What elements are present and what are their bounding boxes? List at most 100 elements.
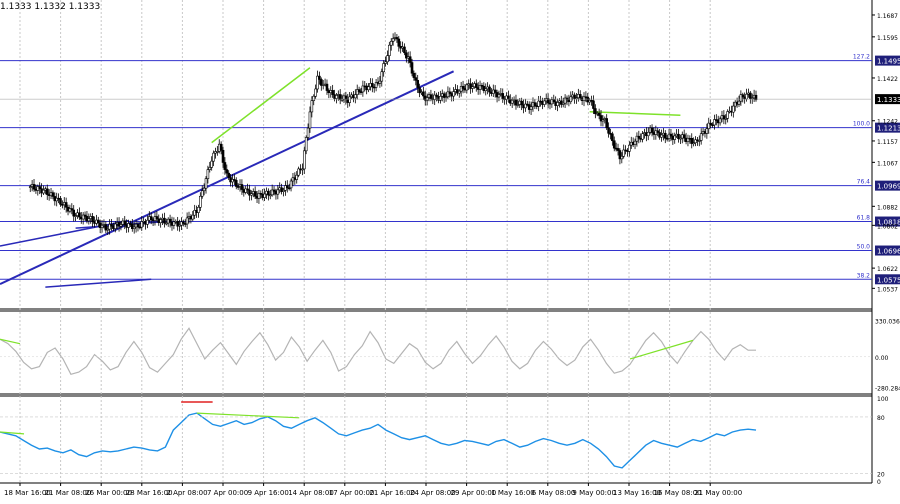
candle-body [732,105,735,113]
time-tick-label: 14 Apr 08:00 [288,489,334,497]
candle-body [597,112,601,116]
candle-body [354,94,357,99]
candle-body [529,106,533,110]
candle-body [429,94,433,100]
candle-body [199,195,202,208]
candle-body [493,89,497,93]
candle-body [64,202,68,208]
time-tick-label: 21 Apr 16:00 [369,489,415,497]
candle-body [612,140,616,149]
candle-body [745,93,748,100]
candle-body [386,55,389,63]
candle-body [227,172,230,178]
candle-body [367,86,370,91]
candle-body [96,219,100,224]
fib-level-price: 1.0575 [877,276,900,284]
candle-body [200,190,204,197]
price-tick-label: 1.1595 [877,35,898,42]
fib-level-price: 1.0696 [877,248,900,256]
candle-body [91,216,94,223]
candle-body [380,71,384,82]
time-tick-label: 7 Apr 00:00 [207,489,248,497]
chart-canvas[interactable]: 127.2 1.1495 100.0 1.1213 76.4 1.0969 61.8 1.08… [0,0,900,500]
candle-body [533,102,537,106]
candle-body [212,152,215,162]
candle-body [325,83,329,91]
candle-body [253,191,257,197]
candle-body [382,63,385,73]
candle-body [136,223,140,228]
time-tick-label: 9 May 00:00 [572,489,616,497]
chart-background [0,0,900,500]
candle-body [501,93,505,100]
candle-body [641,133,644,140]
candle-body [497,94,501,98]
candle-body [263,193,266,198]
candle-body [163,217,166,224]
candle-body [620,155,624,160]
price-tick-label: 1.1067 [877,160,898,167]
current-price-label: 1.1333 [877,96,900,104]
candle-body [123,220,127,226]
fib-level-pct: 38.2 [857,272,871,279]
candle-body [285,185,289,189]
candle-body [45,188,49,195]
candle-body [650,127,654,133]
candle-body [168,218,172,223]
candle-body [452,91,455,97]
candle-body [556,102,559,106]
candle-body [465,84,469,91]
candle-body [295,174,299,180]
trading-chart[interactable]: 127.2 1.1495 100.0 1.1213 76.4 1.0969 61.8 1.08… [0,0,900,500]
candle-body [72,209,76,217]
candle-body [219,143,223,151]
candle-body [607,127,610,134]
candle-body [225,169,229,174]
candle-body [240,184,244,190]
candle-body [149,216,153,221]
candle-body [388,44,391,56]
fib-level-pct: 127.2 [853,54,870,61]
candle-body [338,94,342,100]
candle-body [197,207,200,213]
candle-body [331,90,334,95]
candle-body [416,80,419,88]
price-tick-label: 1.1157 [877,139,898,146]
candle-body [408,56,412,63]
candle-body [32,184,36,190]
ohlc-readout: 1.1333 1.1332 1.1333 [0,2,100,12]
candle-body [461,86,465,89]
candle-body [660,134,663,138]
candle-body [637,135,641,139]
candle-body [439,96,442,101]
candle-body [87,218,91,222]
fib-level-price: 1.0969 [877,183,900,191]
candle-body [146,219,149,225]
candle-body [578,94,582,99]
candle-body [592,100,595,109]
candle-body [344,95,348,100]
candle-body [422,91,425,97]
candle-body [425,97,429,101]
candle-body [412,72,416,78]
fib-level-pct: 76.4 [857,179,871,186]
cci-tick-label: -280.2846 [875,385,900,392]
candle-body [378,80,382,84]
candle-body [616,148,620,151]
candle-body [673,135,677,140]
candle-body [357,89,361,92]
candle-body [488,86,491,93]
candle-body [308,111,312,129]
candle-body [737,100,741,105]
candle-body [414,77,418,81]
candle-body [155,216,159,220]
candle-body [276,189,280,195]
price-tick-label: 1.0622 [877,266,898,273]
candle-body [726,111,729,119]
candle-body [234,180,238,187]
rsi-tick-label: 100 [877,396,889,403]
candle-body [318,75,321,80]
time-tick-label: 24 Apr 08:00 [410,489,456,497]
candle-body [646,131,650,137]
cci-tick-label: 0.00 [875,355,889,362]
